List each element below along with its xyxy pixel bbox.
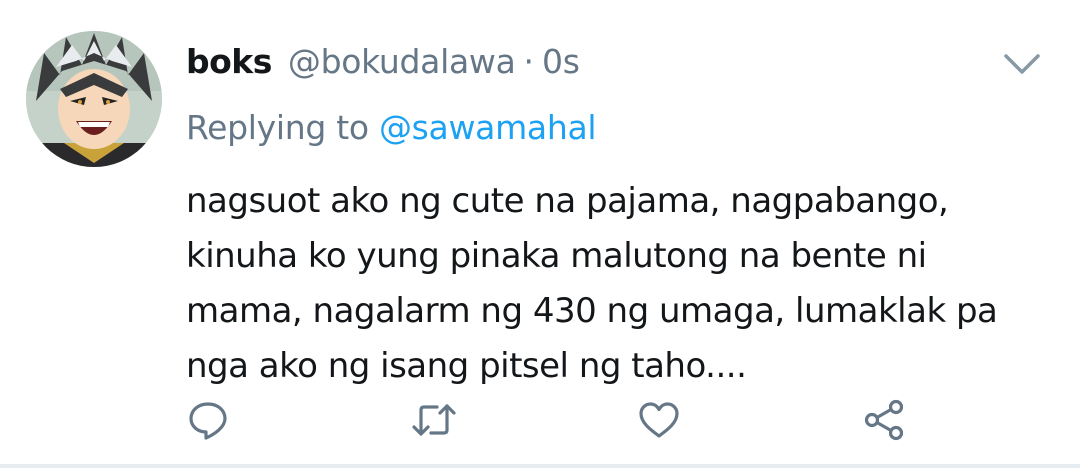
replying-to-label: Replying to [186, 108, 369, 147]
share-icon [864, 399, 904, 441]
separator-dot: · [523, 42, 535, 81]
tweet-header: boks @bokudalawa · 0s [186, 38, 580, 86]
tweet-text: nagsuot ako ng cute na pajama, nagpabang… [186, 174, 1066, 394]
like-button[interactable] [637, 398, 681, 442]
avatar[interactable] [26, 31, 162, 167]
share-button[interactable] [862, 398, 906, 442]
reply-icon [189, 402, 227, 440]
replying-to-mention[interactable]: @sawamahal [379, 108, 597, 147]
timestamp[interactable]: 0s [542, 38, 580, 86]
tweet-text-line: mama, nagalarm ng 430 ng umaga, lumaklak… [186, 291, 998, 331]
tweet-text-line: nagsuot ako ng cute na pajama, nagpabang… [186, 181, 949, 221]
author-handle[interactable]: @bokudalawa [288, 38, 516, 86]
avatar-image [26, 31, 162, 167]
tweet-text-line: kinuha ko yung pinaka malutong na bente … [186, 236, 927, 276]
reply-button[interactable] [186, 398, 230, 442]
retweet-button[interactable] [410, 398, 458, 442]
heart-icon [639, 402, 679, 438]
retweet-icon [412, 404, 456, 436]
tweet[interactable]: boks @bokudalawa · 0s Replying to @sawam… [0, 0, 1080, 468]
author-name[interactable]: boks [186, 38, 272, 86]
chevron-down-icon [1004, 54, 1040, 74]
divider [0, 464, 1080, 468]
tweet-text-line: nga ako ng isang pitsel ng taho.... [186, 346, 747, 386]
tweet-menu-button[interactable] [1000, 48, 1044, 80]
replying-to: Replying to @sawamahal [186, 104, 597, 152]
